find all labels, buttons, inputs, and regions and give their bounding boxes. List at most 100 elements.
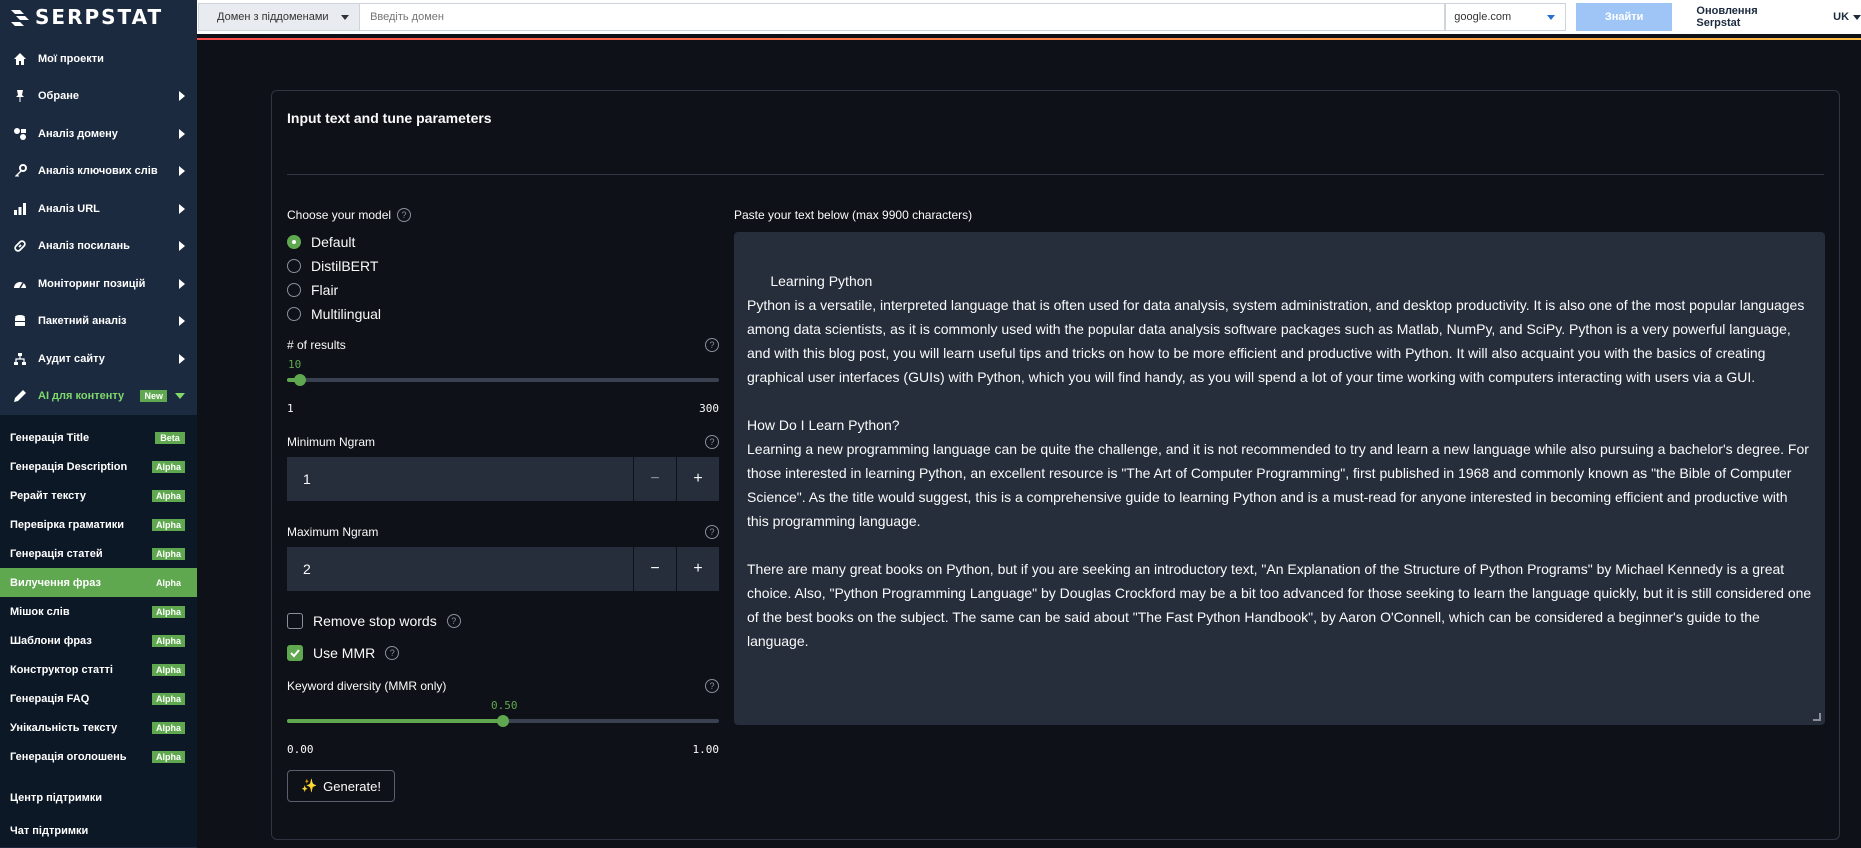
- diversity-slider[interactable]: 0.50: [287, 699, 719, 743]
- nav-item-label: Аудит сайту: [38, 352, 105, 365]
- sub-item-bag-of-words[interactable]: Мішок слів Alpha: [0, 597, 197, 626]
- parameters-panel: Choose your model ? Default DistilBERT F…: [287, 208, 719, 802]
- max-ngram-label: Maximum Ngram: [287, 525, 379, 539]
- domain-scope-select[interactable]: Домен з піддоменами: [198, 3, 361, 31]
- help-icon[interactable]: ?: [446, 614, 461, 628]
- max-ngram-input[interactable]: 2: [287, 547, 633, 591]
- increment-button[interactable]: +: [676, 457, 719, 501]
- help-icon[interactable]: ?: [385, 646, 400, 660]
- logo-text: SERPSTAT: [35, 5, 164, 29]
- nav-item-batch-analysis[interactable]: Пакетний аналіз: [0, 303, 197, 341]
- sub-item-faq-generation[interactable]: Генерація FAQ Alpha: [0, 684, 197, 713]
- domain-input[interactable]: [360, 3, 1446, 31]
- slider-thumb[interactable]: [294, 374, 306, 386]
- slider-fill: [287, 719, 503, 723]
- sub-item-description-generation[interactable]: Генерація Description Alpha: [0, 452, 197, 481]
- decrement-button[interactable]: −: [633, 457, 676, 501]
- language-value: UK: [1833, 11, 1850, 23]
- nav-item-keyword-analysis[interactable]: Аналіз ключових слів: [0, 153, 197, 191]
- sub-item-label: Генерація Title: [10, 431, 90, 444]
- nav-item-label: Мої проекти: [38, 52, 104, 65]
- chevron-right-icon: [179, 166, 185, 177]
- status-badge: Alpha: [151, 460, 185, 473]
- serpstat-logo[interactable]: SERPSTAT: [0, 0, 197, 34]
- domain-icon: [12, 126, 28, 142]
- slider-value: 0.50: [491, 699, 518, 712]
- diversity-label-row: Keyword diversity (MMR only) ?: [287, 679, 719, 693]
- nav-item-domain-analysis[interactable]: Аналіз домену: [0, 115, 197, 153]
- resize-handle-icon[interactable]: [1813, 713, 1821, 721]
- slider-min: 1: [287, 402, 294, 415]
- max-ngram-stepper: 2 − +: [287, 547, 719, 591]
- pin-icon: [12, 88, 28, 104]
- help-icon[interactable]: ?: [705, 679, 719, 693]
- text-input-area[interactable]: Learning Python Python is a versatile, i…: [734, 232, 1825, 725]
- max-ngram-label-row: Maximum Ngram ?: [287, 525, 719, 539]
- status-badge: Alpha: [151, 750, 185, 763]
- support-center-link[interactable]: Центр підтримки: [0, 781, 197, 814]
- help-icon[interactable]: ?: [705, 435, 719, 449]
- slider-thumb[interactable]: [497, 715, 509, 727]
- find-button[interactable]: Знайти: [1575, 3, 1673, 31]
- caret-down-icon: [1546, 14, 1555, 20]
- nav-item-label: AI для контенту: [38, 390, 125, 403]
- sub-item-rewrite[interactable]: Рерайт тексту Alpha: [0, 481, 197, 510]
- sub-item-label: Шаблони фраз: [10, 634, 92, 647]
- sub-item-label: Перевірка граматики: [10, 518, 125, 531]
- min-ngram-input[interactable]: 1: [287, 457, 633, 501]
- sub-item-label: Генерація Description: [10, 460, 128, 473]
- radio-multilingual[interactable]: Multilingual: [287, 302, 719, 326]
- chevron-right-icon: [179, 353, 185, 364]
- generate-button[interactable]: ✨ Generate!: [287, 770, 395, 802]
- sub-item-text-uniqueness[interactable]: Унікальність тексту Alpha: [0, 713, 197, 742]
- nav-item-ai-content[interactable]: AI для контенту New: [0, 378, 197, 416]
- radio-flair[interactable]: Flair: [287, 278, 719, 302]
- chevron-right-icon: [179, 316, 185, 327]
- stop-words-checkbox[interactable]: Remove stop words ?: [287, 613, 719, 629]
- sub-item-grammar-check[interactable]: Перевірка граматики Alpha: [0, 510, 197, 539]
- text-content: Learning Python Python is a versatile, i…: [747, 273, 1812, 649]
- ai-subnav: Генерація Title Beta Генерація Descripti…: [0, 415, 197, 781]
- sub-item-article-builder[interactable]: Конструктор статті Alpha: [0, 655, 197, 684]
- nav-item-site-audit[interactable]: Аудит сайту: [0, 340, 197, 378]
- nav-item-my-projects[interactable]: Мої проекти: [0, 40, 197, 78]
- sub-item-label: Мішок слів: [10, 605, 70, 618]
- sub-item-article-generation[interactable]: Генерація статей Alpha: [0, 539, 197, 568]
- status-badge: Alpha: [151, 547, 185, 560]
- updates-link[interactable]: Оновлення Serpstat: [1696, 5, 1803, 29]
- radio-distilbert[interactable]: DistilBERT: [287, 254, 719, 278]
- radio-label: Multilingual: [311, 306, 382, 322]
- help-icon[interactable]: ?: [397, 208, 412, 222]
- nav-item-link-analysis[interactable]: Аналіз посилань: [0, 228, 197, 266]
- nav-item-rank-tracking[interactable]: Моніторинг позицій: [0, 265, 197, 303]
- support-chat-link[interactable]: Чат підтримки: [0, 814, 197, 847]
- chevron-right-icon: [179, 203, 185, 214]
- min-ngram-label-row: Minimum Ngram ?: [287, 435, 719, 449]
- domain-scope-value: Домен з піддоменами: [217, 11, 329, 23]
- nav-item-url-analysis[interactable]: Аналіз URL: [0, 190, 197, 228]
- slider-min: 0.00: [287, 743, 314, 756]
- mmr-checkbox[interactable]: Use MMR ?: [287, 645, 719, 661]
- radio-default[interactable]: Default: [287, 230, 719, 254]
- language-select[interactable]: UK: [1833, 11, 1861, 23]
- checkbox-box: [287, 645, 303, 661]
- sub-item-label: Унікальність тексту: [10, 721, 118, 734]
- sub-item-phrase-templates[interactable]: Шаблони фраз Alpha: [0, 626, 197, 655]
- decrement-button[interactable]: −: [633, 547, 676, 591]
- sitemap-icon: [12, 351, 28, 367]
- status-badge: Alpha: [151, 634, 185, 647]
- status-badge: Alpha: [151, 518, 185, 531]
- help-icon[interactable]: ?: [705, 338, 719, 352]
- nav-item-favorites[interactable]: Обране: [0, 78, 197, 116]
- gauge-icon: [12, 276, 28, 292]
- help-icon[interactable]: ?: [705, 525, 719, 539]
- database-icon: [12, 313, 28, 329]
- chevron-right-icon: [179, 278, 185, 289]
- radio-dot: [287, 283, 301, 297]
- sub-item-title-generation[interactable]: Генерація Title Beta: [0, 423, 197, 452]
- sub-item-ad-generation[interactable]: Генерація оголошень Alpha: [0, 742, 197, 771]
- sub-item-phrase-extraction[interactable]: Вилучення фраз Alpha: [0, 568, 197, 597]
- results-slider[interactable]: 10: [287, 358, 719, 402]
- database-select[interactable]: google.com: [1445, 3, 1566, 31]
- increment-button[interactable]: +: [676, 547, 719, 591]
